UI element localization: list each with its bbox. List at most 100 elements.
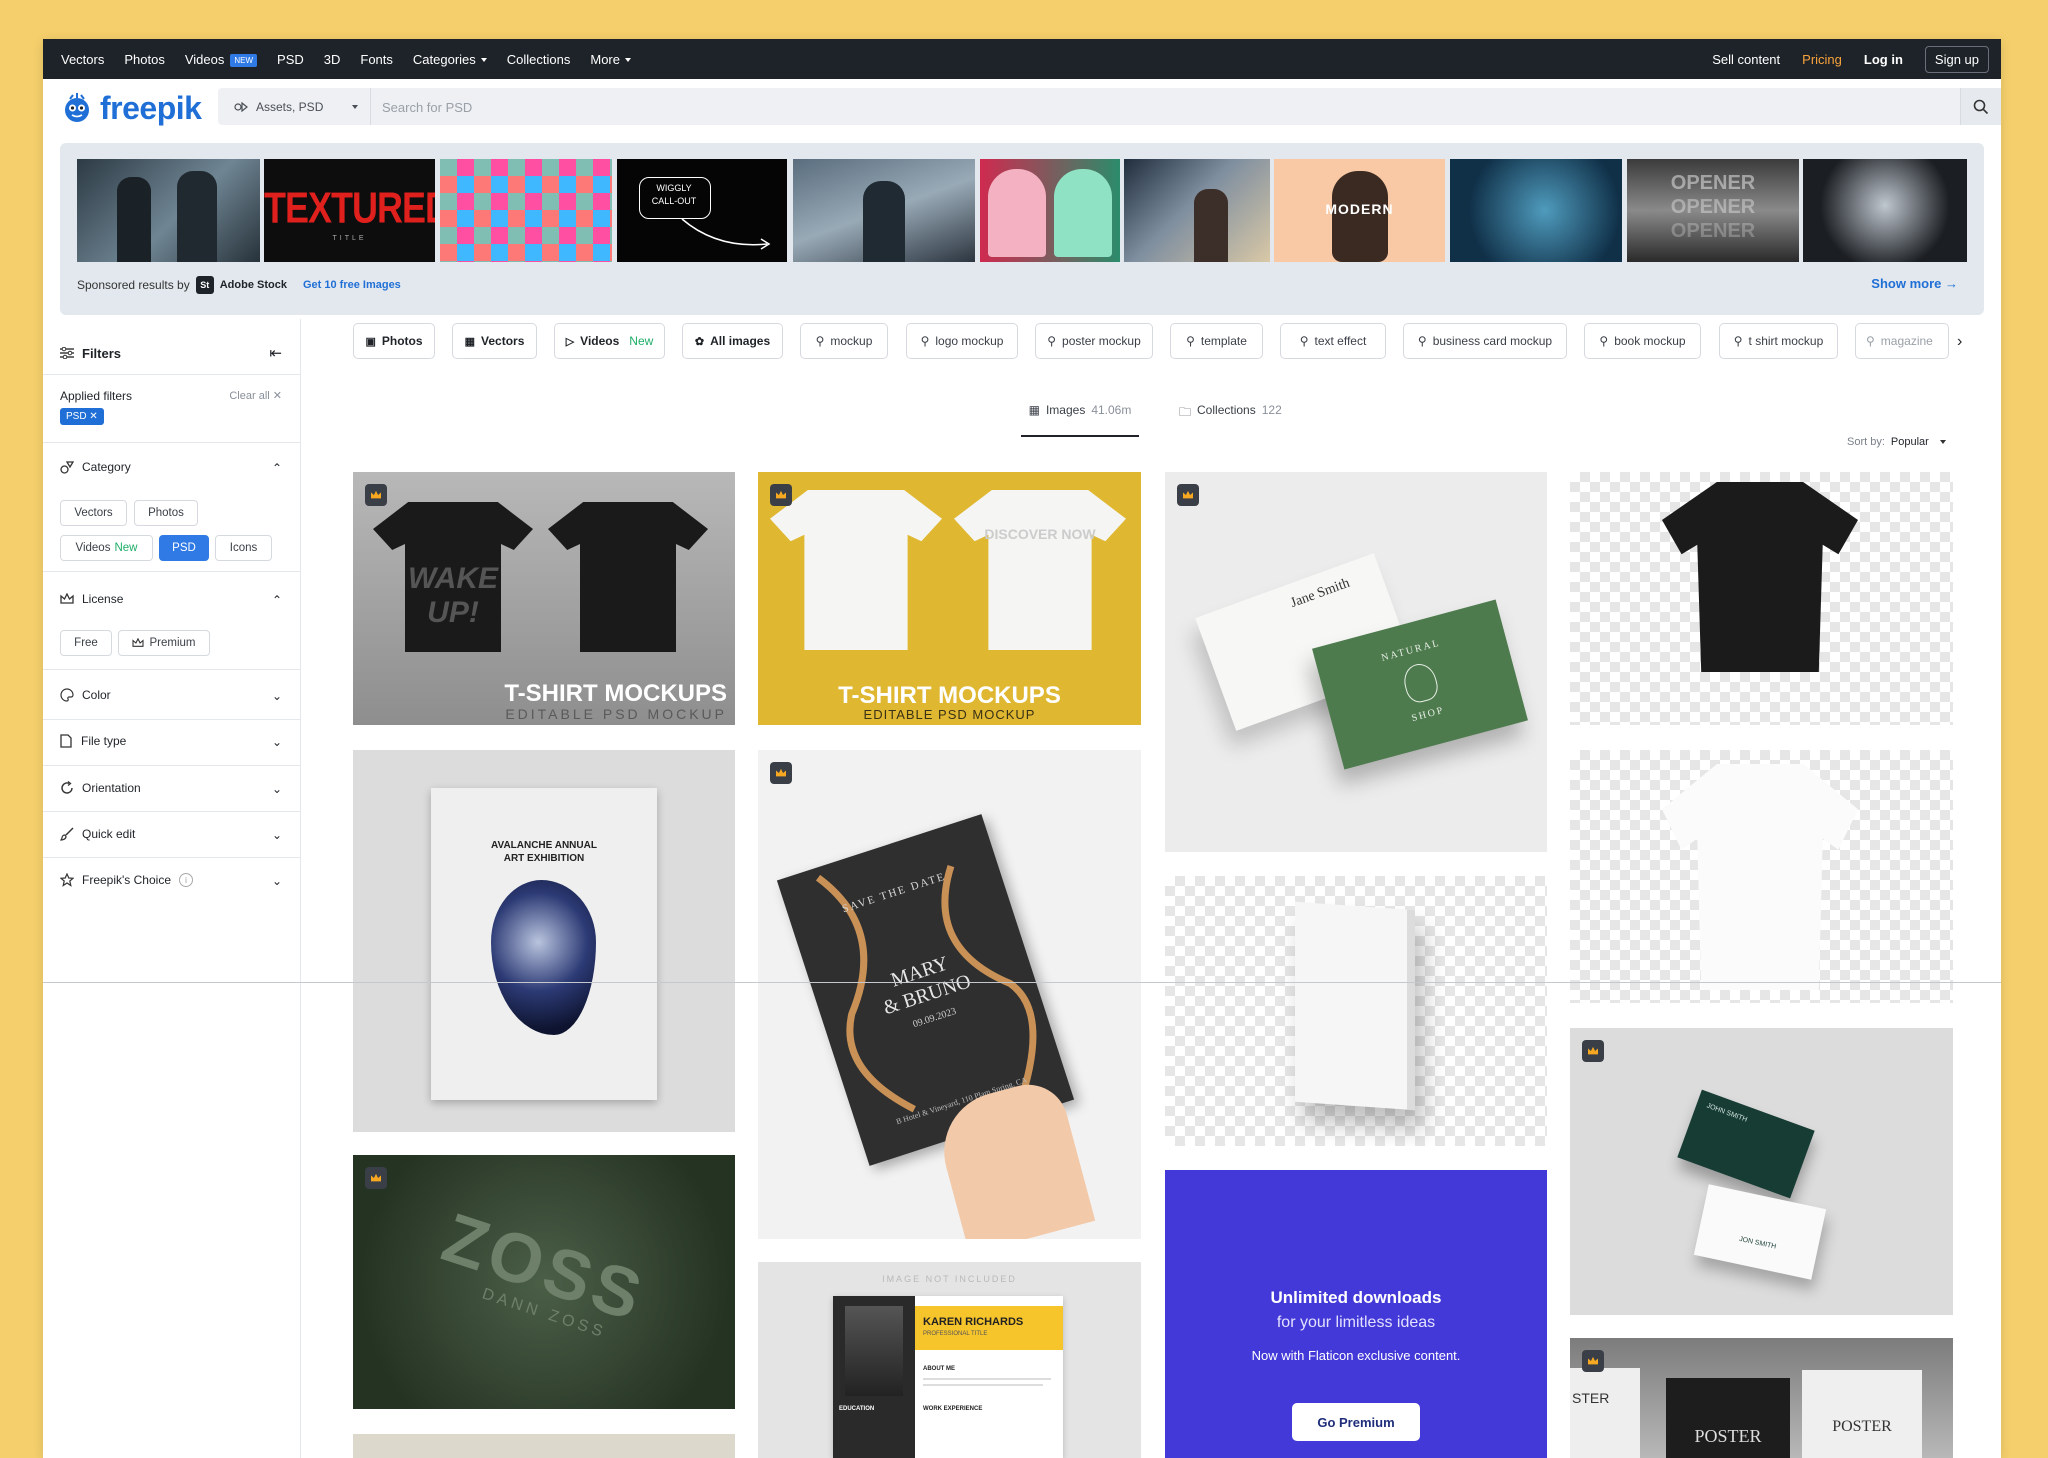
category-chip-psd[interactable]: PSD (159, 535, 209, 561)
chevron-right-icon[interactable]: › (1957, 333, 1962, 351)
card-poster-avalanche[interactable]: AVALANCHE ANNUAL ART EXHIBITION (353, 750, 735, 1132)
sponsored-thumb-robot[interactable] (1803, 159, 1967, 262)
card-tshirt-mockup-white[interactable]: DISCOVER NOW T-SHIRT MOCKUPS EDITABLE PS… (758, 472, 1141, 725)
sponsored-thumb-portraits[interactable] (440, 159, 612, 262)
sort-control[interactable]: Sort by: Popular (1847, 436, 1946, 448)
sponsored-thumb-textured[interactable]: TEXTURED TITLE (264, 159, 435, 262)
result-tabs: ▦ Images 41.06m 🗀 Collections 122 (1021, 403, 1331, 437)
signup-button[interactable]: Sign up (1924, 45, 1989, 73)
nav-vectors[interactable]: Vectors (61, 52, 104, 67)
license-chip-premium[interactable]: Premium (118, 630, 210, 656)
card-poster-mockup[interactable]: STER POSTER POSTER (1570, 1338, 1953, 1458)
sponsored-thumb-party[interactable] (980, 159, 1120, 262)
divider (43, 765, 300, 766)
tag-book-mockup[interactable]: ⚲ book mockup (1584, 323, 1701, 359)
license-section-header[interactable]: License ⌃ (60, 592, 282, 607)
tag-vectors[interactable]: ▦ Vectors (452, 323, 537, 359)
sponsored-thumb-office[interactable] (77, 159, 260, 262)
card-black-tshirt[interactable] (1570, 472, 1953, 725)
nav-fonts[interactable]: Fonts (360, 52, 393, 67)
nav-3d[interactable]: 3D (324, 52, 341, 67)
tab-images[interactable]: ▦ Images 41.06m (1021, 403, 1139, 437)
tag-business-card-mockup[interactable]: ⚲ business card mockup (1403, 323, 1567, 359)
tag-mockup[interactable]: ⚲ mockup (800, 323, 888, 359)
tag-label: business card mockup (1432, 334, 1553, 348)
search-icon: ⚲ (1417, 334, 1427, 348)
quick-edit-section-header[interactable]: Quick edit ⌄ (60, 827, 282, 842)
divider (43, 442, 300, 443)
nav-categories[interactable]: Categories (413, 52, 487, 67)
rotate-icon (61, 781, 73, 794)
freepik-logo[interactable]: freepik (60, 91, 202, 125)
crown-outline-icon (60, 593, 74, 604)
sponsored-thumb-engineer[interactable] (793, 159, 975, 262)
card-wedding-invitation[interactable]: SAVE THE DATE MARY & BRUNO 09.09.2023 B … (758, 750, 1141, 1239)
nav-more[interactable]: More (590, 52, 631, 67)
license-chip-free[interactable]: Free (60, 630, 112, 656)
tag-poster-mockup[interactable]: ⚲ poster mockup (1035, 323, 1153, 359)
card-partial[interactable] (353, 1434, 735, 1458)
close-icon: ✕ (272, 390, 282, 402)
premium-crown-icon (365, 1167, 387, 1189)
tag-text-effect[interactable]: ⚲ text effect (1280, 323, 1386, 359)
asset-type-select[interactable]: Assets, PSD (218, 88, 371, 125)
category-icon (60, 461, 74, 474)
psd-filter-chip[interactable]: PSD ✕ (60, 408, 104, 425)
search-icon: ⚲ (815, 334, 825, 348)
tag-videos[interactable]: ▷ Videos New (554, 323, 665, 359)
tag-label: magazine (1880, 334, 1933, 348)
card-zoss-logo-mockup[interactable]: ZOSS DANN ZOSS (353, 1155, 735, 1409)
card-book-mockup[interactable] (1165, 876, 1547, 1146)
search-input[interactable] (380, 88, 1884, 127)
tag-tshirt-mockup[interactable]: ⚲ t shirt mockup (1719, 323, 1838, 359)
sponsored-thumb-laptop[interactable] (1124, 159, 1270, 262)
sponsored-thumb-opener[interactable]: OPENER OPENER OPENER (1627, 159, 1799, 262)
category-section-header[interactable]: Category ⌃ (60, 460, 282, 475)
resume-line (923, 1384, 1043, 1386)
poster-title-1: AVALANCHE ANNUAL (491, 840, 597, 851)
tag-template[interactable]: ⚲ template (1170, 323, 1263, 359)
clear-all-button[interactable]: Clear all ✕ (229, 389, 282, 403)
tag-photos-label: Photos (381, 334, 423, 348)
login-link[interactable]: Log in (1864, 52, 1903, 67)
pricing-link[interactable]: Pricing (1802, 52, 1842, 67)
tag-all-images[interactable]: ✿ All images (682, 323, 783, 359)
nav-psd[interactable]: PSD (277, 52, 304, 67)
card-white-tshirt[interactable] (1570, 750, 1953, 1003)
sponsored-thumb-ocean[interactable] (1450, 159, 1622, 262)
nav-photos[interactable]: Photos (124, 52, 164, 67)
new-label: New (114, 542, 138, 554)
sell-content-link[interactable]: Sell content (1712, 52, 1780, 67)
file-type-section-header[interactable]: File type ⌄ (60, 734, 282, 749)
collapse-sidebar-icon[interactable]: ⇤ (269, 344, 282, 362)
free-images-link[interactable]: Get 10 free Images (303, 279, 401, 291)
info-icon[interactable]: i (179, 873, 193, 887)
go-premium-button[interactable]: Go Premium (1292, 1403, 1420, 1441)
card-resume-template[interactable]: IMAGE NOT INCLUDED EDUCATION KAREN RICHA… (758, 1262, 1141, 1458)
divider (43, 857, 300, 858)
card-business-card-john-smith[interactable]: JOHN SMITH JON SMITH (1570, 1028, 1953, 1315)
show-more-link[interactable]: Show more → (1871, 276, 1958, 291)
category-chip-vectors[interactable]: Vectors (60, 500, 127, 526)
orientation-section-header[interactable]: Orientation ⌄ (60, 781, 282, 796)
sponsored-results: TEXTURED TITLE WIGGLY CALL-OUT MODERN OP… (60, 143, 1984, 315)
category-chip-photos[interactable]: Photos (134, 500, 198, 526)
divider (43, 811, 300, 812)
tag-photos[interactable]: ▣ Photos (353, 323, 435, 359)
color-title: Color (82, 688, 111, 702)
tag-magazine[interactable]: ⚲ magazine (1855, 323, 1949, 359)
category-chip-icons[interactable]: Icons (215, 535, 272, 561)
card-business-card-natural-shop[interactable]: Jane Smith NATURAL SHOP (1165, 472, 1547, 852)
card-tshirt-mockup-black[interactable]: WAKE UP! T-SHIRT MOCKUPS EDITABLE PSD MO… (353, 472, 735, 725)
tag-logo-mockup[interactable]: ⚲ logo mockup (906, 323, 1018, 359)
tab-collections[interactable]: 🗀 Collections 122 (1179, 403, 1289, 435)
search-button[interactable] (1960, 88, 2001, 125)
color-section-header[interactable]: Color ⌄ (60, 688, 282, 703)
category-chip-videos[interactable]: Videos New (60, 535, 153, 561)
sponsored-thumb-callout[interactable]: WIGGLY CALL-OUT (617, 159, 787, 262)
nav-videos[interactable]: Videos NEW (185, 52, 258, 67)
freepiks-choice-section-header[interactable]: Freepik's Choice i ⌄ (60, 873, 282, 888)
premium-crown-icon (1582, 1040, 1604, 1062)
nav-collections[interactable]: Collections (507, 52, 571, 67)
sponsored-thumb-modern[interactable]: MODERN (1274, 159, 1445, 262)
